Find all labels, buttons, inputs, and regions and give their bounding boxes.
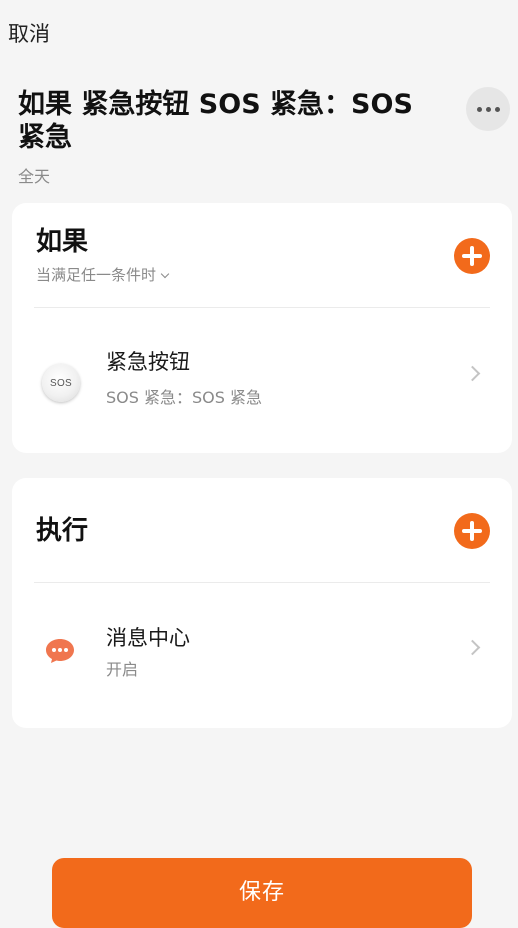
- chevron-right-icon: [464, 365, 481, 382]
- action-item-subtitle: 开启: [106, 660, 139, 679]
- if-conditions-card: 如果 当满足任一条件时 SOS 紧急按钮 SOS 紧急：SOS 紧急: [12, 203, 512, 453]
- cancel-button[interactable]: 取消: [8, 20, 50, 48]
- condition-item-title: 紧急按钮: [106, 350, 190, 374]
- then-actions-card: 执行 消息中心 开启: [12, 478, 512, 728]
- more-dot: [485, 106, 491, 112]
- then-section-title: 执行: [36, 516, 89, 546]
- condition-mode-dropdown[interactable]: 当满足任一条件时: [36, 265, 170, 285]
- if-section-title: 如果: [36, 227, 89, 257]
- divider: [34, 582, 490, 583]
- add-action-button[interactable]: [454, 513, 490, 549]
- add-condition-button[interactable]: [454, 238, 490, 274]
- more-options-button[interactable]: [466, 87, 510, 131]
- more-dot: [494, 106, 500, 112]
- chevron-right-icon: [464, 639, 481, 656]
- condition-item-subtitle: SOS 紧急：SOS 紧急: [106, 388, 262, 407]
- chevron-down-icon: [160, 269, 170, 279]
- condition-mode-label: 当满足任一条件时: [36, 266, 157, 284]
- action-item-title: 消息中心: [106, 626, 190, 650]
- divider: [34, 307, 490, 308]
- sos-icon-text: SOS: [49, 377, 73, 389]
- more-dots-icon: [476, 106, 482, 112]
- schedule-subtitle: 全天: [18, 167, 51, 186]
- save-button[interactable]: 保存: [52, 858, 472, 928]
- sos-button-icon: SOS: [42, 364, 80, 402]
- page-title: 如果 紧急按钮 SOS 紧急：SOS 紧急: [18, 89, 413, 153]
- message-bubble-icon: [46, 639, 74, 663]
